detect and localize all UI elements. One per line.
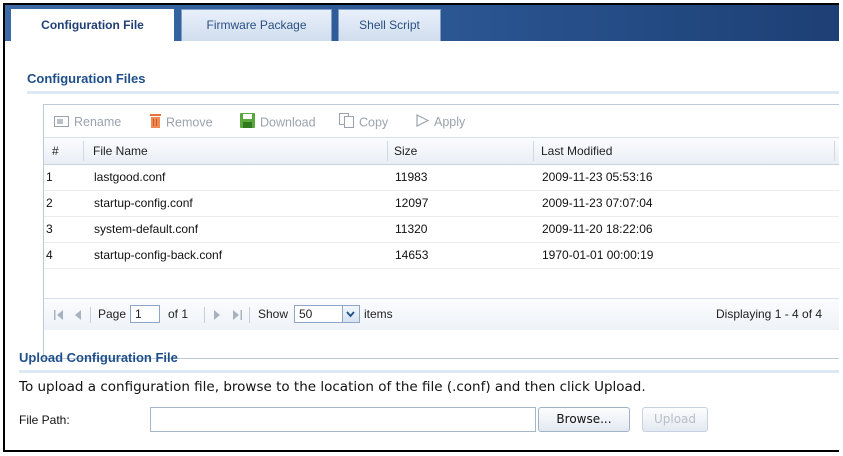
tab-shell-script[interactable]: Shell Script: [338, 9, 441, 43]
row-size: 11320: [395, 222, 428, 236]
pager-separator: [90, 307, 91, 323]
section-title-upload: Upload Configuration File: [19, 350, 178, 365]
apply-label: Apply: [434, 115, 466, 129]
section-title-configuration-files: Configuration Files: [27, 71, 146, 86]
row-last-modified: 1970-01-01 00:00:19: [542, 248, 654, 262]
column-header-last-modified[interactable]: Last Modified: [541, 138, 612, 164]
row-file-name: system-default.conf: [94, 222, 199, 236]
chevron-down-icon: [346, 311, 355, 318]
show-label: Show: [258, 307, 289, 321]
table-row[interactable]: 3 system-default.conf 11320 2009-11-20 1…: [44, 217, 839, 243]
page-label: Page: [98, 307, 127, 321]
file-path-label: File Path:: [19, 413, 70, 427]
window-frame: Configuration File Firmware Package Shel…: [3, 3, 839, 452]
table-row[interactable]: 4 startup-config-back.conf 14653 1970-01…: [44, 243, 839, 269]
configuration-files-table: Rename Remove Download Copy Apply # File…: [43, 104, 839, 359]
tab-bar: Configuration File Firmware Package Shel…: [5, 5, 839, 43]
pager-separator: [249, 307, 250, 323]
first-page-icon[interactable]: [54, 299, 64, 330]
row-last-modified: 2009-11-23 05:53:16: [542, 170, 653, 184]
copy-button[interactable]: Copy: [339, 113, 388, 131]
column-separator: [834, 141, 835, 161]
trash-icon: [150, 113, 161, 133]
apply-button[interactable]: Apply: [416, 113, 465, 131]
pager-separator: [204, 307, 205, 323]
items-label: items: [364, 307, 393, 321]
row-size: 14653: [395, 248, 429, 262]
pagination-bar: Page 1 of 1 Show 50 items Displaying 1 -…: [44, 298, 839, 330]
table-row[interactable]: 2 startup-config.conf 12097 2009-11-23 0…: [44, 191, 839, 217]
page-size-dropdown-button[interactable]: [343, 305, 360, 323]
browse-button[interactable]: Browse...: [538, 407, 630, 432]
file-path-input[interactable]: [150, 407, 536, 432]
row-size: 12097: [395, 196, 429, 210]
row-size: 11983: [395, 170, 428, 184]
displaying-count: Displaying 1 - 4 of 4: [716, 307, 823, 321]
row-last-modified: 2009-11-23 07:07:04: [542, 196, 653, 210]
row-file-name: startup-config-back.conf: [94, 248, 223, 262]
rename-label: Rename: [74, 115, 122, 129]
page-number-input[interactable]: 1: [130, 305, 160, 323]
row-file-name: startup-config.conf: [94, 196, 193, 210]
remove-label: Remove: [166, 115, 213, 130]
page-size-select[interactable]: 50: [294, 305, 343, 323]
table-header: # File Name Size Last Modified: [44, 138, 839, 165]
download-button[interactable]: Download: [240, 113, 316, 131]
column-header-number[interactable]: #: [52, 138, 59, 164]
table-row[interactable]: 1 lastgood.conf 11983 2009-11-23 05:53:1…: [44, 165, 839, 191]
row-number: 2: [46, 196, 53, 210]
row-last-modified: 2009-11-20 18:22:06: [542, 222, 653, 236]
section-divider: [19, 370, 839, 373]
column-header-size[interactable]: Size: [394, 138, 417, 164]
copy-icon: [339, 113, 354, 133]
row-number: 3: [46, 222, 53, 236]
row-number: 4: [46, 248, 53, 262]
tab-configuration-file[interactable]: Configuration File: [11, 9, 174, 43]
next-page-icon[interactable]: [213, 299, 221, 330]
previous-page-icon[interactable]: [74, 299, 82, 330]
table-toolbar: Rename Remove Download Copy Apply: [44, 105, 839, 138]
remove-button[interactable]: Remove: [150, 113, 213, 131]
column-separator: [83, 141, 84, 161]
tab-firmware-package[interactable]: Firmware Package: [181, 9, 332, 43]
rename-icon: [54, 114, 69, 132]
section-divider: [27, 91, 839, 94]
upload-button[interactable]: Upload: [642, 407, 708, 432]
row-file-name: lastgood.conf: [94, 170, 166, 184]
upload-instructions: To upload a configuration file, browse t…: [19, 379, 646, 395]
download-icon: [240, 113, 255, 133]
rename-button[interactable]: Rename: [54, 113, 121, 131]
last-page-icon[interactable]: [232, 299, 242, 330]
column-header-file-name[interactable]: File Name: [93, 138, 148, 164]
page-count-label: of 1: [168, 307, 189, 321]
row-number: 1: [46, 170, 53, 184]
copy-label: Copy: [359, 115, 389, 130]
play-icon: [416, 113, 430, 132]
column-separator: [387, 141, 388, 161]
download-label: Download: [260, 115, 316, 130]
column-separator: [533, 141, 534, 161]
